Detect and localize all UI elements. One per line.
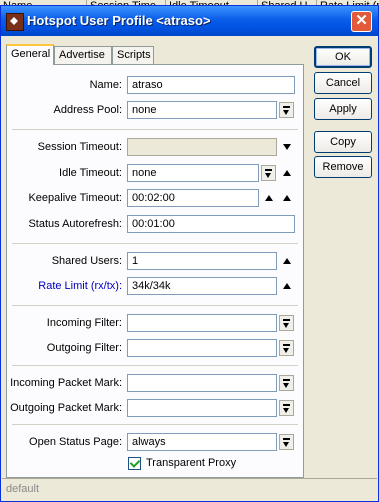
transparent-proxy-checkbox[interactable] bbox=[128, 457, 141, 470]
general-tab-panel: Name: atraso Address Pool: none Session … bbox=[6, 64, 304, 478]
keepalive-timeout-field[interactable]: 00:02:00 bbox=[127, 189, 259, 207]
dialog-window: Hotspot User Profile <atraso> ✕ General … bbox=[0, 5, 379, 502]
rate-limit-collapse-icon[interactable] bbox=[283, 283, 291, 289]
name-field[interactable]: atraso bbox=[127, 76, 295, 94]
copy-button[interactable]: Copy bbox=[314, 131, 372, 153]
session-timeout-field[interactable] bbox=[127, 138, 277, 156]
keepalive-timeout-label: Keepalive Timeout: bbox=[28, 192, 122, 204]
keepalive-timeout-collapse-icon[interactable] bbox=[283, 195, 291, 201]
incoming-packet-mark-label: Incoming Packet Mark: bbox=[10, 377, 122, 389]
keepalive-timeout-add-icon[interactable] bbox=[265, 195, 273, 201]
app-icon bbox=[6, 13, 24, 31]
incoming-filter-select[interactable] bbox=[127, 314, 277, 332]
idle-timeout-collapse-icon[interactable] bbox=[283, 170, 291, 176]
outgoing-packet-mark-label: Outgoing Packet Mark: bbox=[10, 402, 122, 414]
shared-users-collapse-icon[interactable] bbox=[283, 258, 291, 264]
session-timeout-expand-icon[interactable] bbox=[283, 144, 291, 150]
divider bbox=[12, 424, 298, 425]
session-timeout-label: Session Timeout: bbox=[37, 141, 122, 153]
tab-scripts[interactable]: Scripts bbox=[112, 46, 154, 64]
outgoing-filter-select[interactable] bbox=[127, 339, 277, 357]
incoming-packet-mark-dropdown-icon[interactable] bbox=[279, 375, 294, 391]
tab-general[interactable]: General bbox=[6, 44, 54, 65]
status-autorefresh-label: Status Autorefresh: bbox=[28, 218, 122, 230]
cancel-button[interactable]: Cancel bbox=[314, 72, 372, 94]
divider bbox=[12, 243, 298, 244]
apply-button[interactable]: Apply bbox=[314, 98, 372, 120]
outgoing-packet-mark-dropdown-icon[interactable] bbox=[279, 400, 294, 416]
close-button[interactable]: ✕ bbox=[351, 11, 372, 32]
address-pool-dropdown-icon[interactable] bbox=[279, 102, 294, 118]
divider bbox=[12, 305, 298, 306]
idle-timeout-select[interactable]: none bbox=[127, 164, 259, 182]
incoming-filter-label: Incoming Filter: bbox=[46, 317, 122, 329]
incoming-filter-dropdown-icon[interactable] bbox=[279, 315, 294, 331]
window-title: Hotspot User Profile <atraso> bbox=[27, 13, 211, 28]
transparent-proxy-label: Transparent Proxy bbox=[146, 457, 237, 469]
rate-limit-field[interactable]: 34k/34k bbox=[127, 277, 277, 295]
divider bbox=[12, 129, 298, 130]
name-label: Name: bbox=[89, 79, 122, 91]
tab-advertise[interactable]: Advertise bbox=[54, 46, 112, 64]
open-status-page-label: Open Status Page: bbox=[29, 436, 122, 448]
remove-button[interactable]: Remove bbox=[314, 156, 372, 178]
open-status-page-select[interactable]: always bbox=[127, 433, 277, 451]
address-pool-select[interactable]: none bbox=[127, 101, 277, 119]
status-autorefresh-field[interactable]: 00:01:00 bbox=[127, 215, 295, 233]
rate-limit-label: Rate Limit (rx/tx): bbox=[38, 280, 122, 292]
open-status-page-dropdown-icon[interactable] bbox=[279, 434, 294, 450]
title-bar[interactable]: Hotspot User Profile <atraso> ✕ bbox=[1, 6, 378, 36]
shared-users-label: Shared Users: bbox=[51, 255, 122, 267]
idle-timeout-dropdown-icon[interactable] bbox=[261, 165, 276, 181]
divider bbox=[12, 365, 298, 366]
ok-button[interactable]: OK bbox=[314, 46, 372, 68]
status-bar: default bbox=[2, 478, 377, 499]
shared-users-field[interactable]: 1 bbox=[127, 252, 277, 270]
incoming-packet-mark-select[interactable] bbox=[127, 374, 277, 392]
address-pool-label: Address Pool: bbox=[53, 104, 122, 116]
outgoing-packet-mark-select[interactable] bbox=[127, 399, 277, 417]
idle-timeout-label: Idle Timeout: bbox=[59, 167, 122, 179]
outgoing-filter-dropdown-icon[interactable] bbox=[279, 340, 294, 356]
outgoing-filter-label: Outgoing Filter: bbox=[46, 342, 122, 354]
